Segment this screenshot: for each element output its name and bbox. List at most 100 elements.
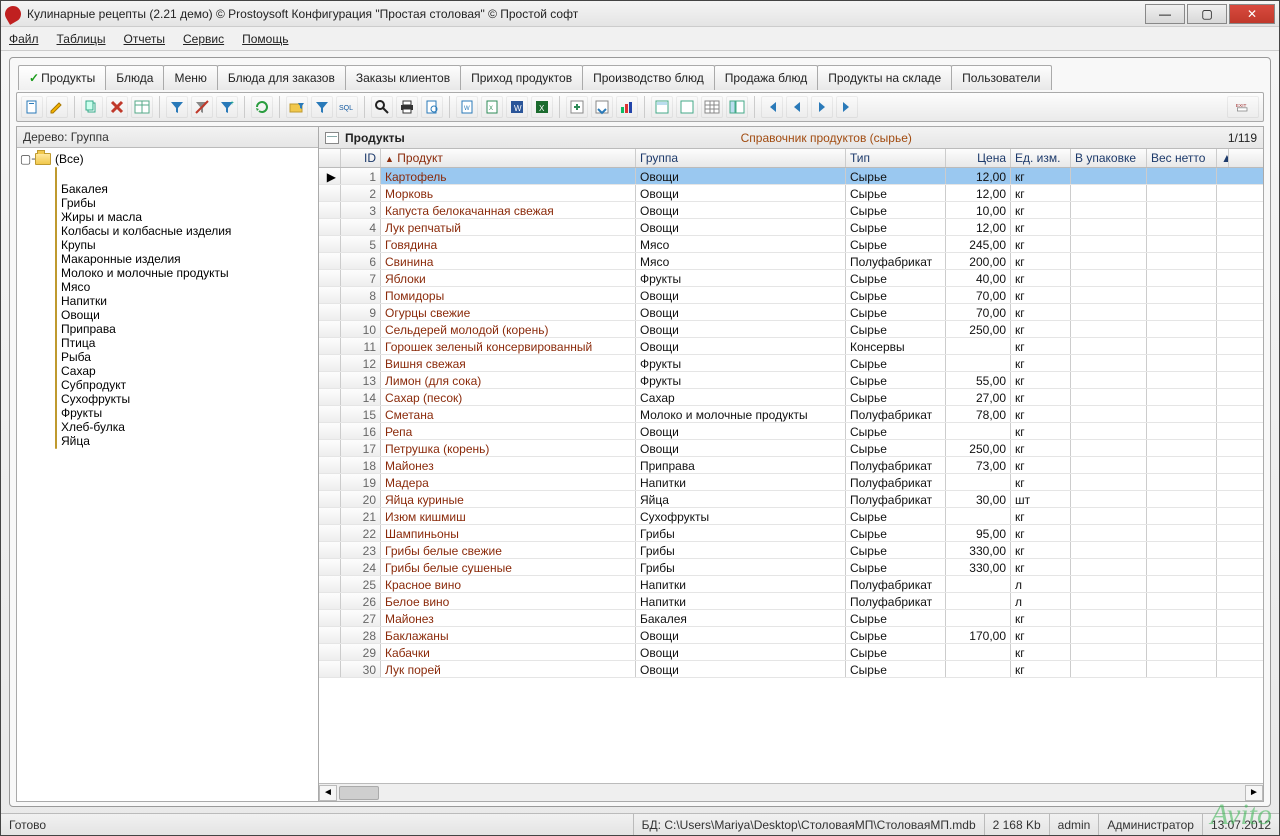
tree-item[interactable]: Птица (55, 336, 316, 350)
tb-delete-icon[interactable] (106, 96, 128, 118)
tab-7[interactable]: Продажа блюд (714, 65, 819, 90)
tb-export-data-icon[interactable] (566, 96, 588, 118)
tree-item[interactable]: Молоко и молочные продукты (55, 266, 316, 280)
table-row[interactable]: 28БаклажаныОвощиСырье170,00кг (319, 627, 1263, 644)
col-unit[interactable]: Ед. изм. (1011, 149, 1071, 167)
tree-item[interactable]: Сухофрукты (55, 392, 316, 406)
tb-layout-icon[interactable] (726, 96, 748, 118)
tree-item[interactable]: Колбасы и колбасные изделия (55, 224, 316, 238)
tab-4[interactable]: Заказы клиентов (345, 65, 461, 90)
table-row[interactable]: 19МадераНапиткиПолуфабрикаткг (319, 474, 1263, 491)
col-net[interactable]: Вес нетто (1147, 149, 1217, 167)
tree-body[interactable]: ▢− (Все) БакалеяГрибыЖиры и маслаКолбасы… (17, 148, 318, 801)
tb-last-icon[interactable] (836, 96, 858, 118)
table-row[interactable]: 18МайонезПриправаПолуфабрикат73,00кг (319, 457, 1263, 474)
tb-filter2-icon[interactable] (311, 96, 333, 118)
tb-filter-off-icon[interactable] (191, 96, 213, 118)
tree-item[interactable]: Мясо (55, 280, 316, 294)
tb-export-word-icon[interactable]: W (506, 96, 528, 118)
tree-item[interactable] (55, 168, 316, 182)
table-row[interactable]: ▶1КартофельОвощиСырье12,00кг (319, 168, 1263, 185)
tb-export-xls-icon[interactable]: X (481, 96, 503, 118)
tree-item[interactable]: Макаронные изделия (55, 252, 316, 266)
h-scrollbar[interactable]: ◄ ► (319, 783, 1263, 801)
tb-edit-icon[interactable] (46, 96, 68, 118)
tb-preview-icon[interactable] (421, 96, 443, 118)
tree-item[interactable]: Фрукты (55, 406, 316, 420)
scroll-right-icon[interactable]: ► (1245, 785, 1263, 801)
col-price[interactable]: Цена (946, 149, 1011, 167)
tb-filter-plus-icon[interactable]: + (216, 96, 238, 118)
menu-file[interactable]: Файл (9, 32, 39, 46)
tb-exit-icon[interactable]: EXIT (1227, 96, 1259, 118)
minimize-button[interactable]: — (1145, 4, 1185, 24)
tree-collapse-icon[interactable]: ▢− (23, 152, 35, 166)
tb-next-icon[interactable] (811, 96, 833, 118)
tree-item[interactable]: Приправа (55, 322, 316, 336)
tb-first-icon[interactable] (761, 96, 783, 118)
tb-export-doc-icon[interactable]: W (456, 96, 478, 118)
tb-form1-icon[interactable] (651, 96, 673, 118)
tab-5[interactable]: Приход продуктов (460, 65, 583, 90)
tree-item[interactable]: Субпродукт (55, 378, 316, 392)
tree-item[interactable]: Рыба (55, 350, 316, 364)
table-row[interactable]: 26Белое виноНапиткиПолуфабрикатл (319, 593, 1263, 610)
table-row[interactable]: 7ЯблокиФруктыСырье40,00кг (319, 270, 1263, 287)
table-row[interactable]: 15СметанаМолоко и молочные продуктыПолуф… (319, 406, 1263, 423)
col-group[interactable]: Группа (636, 149, 846, 167)
menu-service[interactable]: Сервис (183, 32, 224, 46)
table-row[interactable]: 14Сахар (песок)СахарСырье27,00кг (319, 389, 1263, 406)
maximize-button[interactable]: ▢ (1187, 4, 1227, 24)
tab-6[interactable]: Производство блюд (582, 65, 715, 90)
tree-item[interactable]: Напитки (55, 294, 316, 308)
table-row[interactable]: 22ШампиньоныГрибыСырье95,00кг (319, 525, 1263, 542)
menu-tables[interactable]: Таблицы (57, 32, 106, 46)
table-row[interactable]: 12Вишня свежаяФруктыСырьекг (319, 355, 1263, 372)
table-row[interactable]: 20Яйца куриныеЯйцаПолуфабрикат30,00шт (319, 491, 1263, 508)
tb-print-icon[interactable] (396, 96, 418, 118)
tb-find-icon[interactable] (371, 96, 393, 118)
tb-prev-icon[interactable] (786, 96, 808, 118)
table-row[interactable]: 30Лук порейОвощиСырьекг (319, 661, 1263, 678)
tb-grid-icon[interactable] (701, 96, 723, 118)
tb-new-icon[interactable] (21, 96, 43, 118)
tree-item[interactable]: Грибы (55, 196, 316, 210)
tab-9[interactable]: Пользователи (951, 65, 1051, 90)
table-row[interactable]: 4Лук репчатыйОвощиСырье12,00кг (319, 219, 1263, 236)
tb-chart-icon[interactable] (616, 96, 638, 118)
scroll-thumb[interactable] (339, 786, 379, 800)
table-row[interactable]: 23Грибы белые свежиеГрибыСырье330,00кг (319, 542, 1263, 559)
table-row[interactable]: 24Грибы белые сушеныеГрибыСырье330,00кг (319, 559, 1263, 576)
tb-form2-icon[interactable] (676, 96, 698, 118)
table-row[interactable]: 10Сельдерей молодой (корень)ОвощиСырье25… (319, 321, 1263, 338)
table-row[interactable]: 5ГовядинаМясоСырье245,00кг (319, 236, 1263, 253)
col-marker[interactable] (319, 149, 341, 167)
tb-import-data-icon[interactable] (591, 96, 613, 118)
tb-table-icon[interactable] (131, 96, 153, 118)
tab-3[interactable]: Блюда для заказов (217, 65, 346, 90)
table-row[interactable]: 16РепаОвощиСырьекг (319, 423, 1263, 440)
tree-item[interactable]: Жиры и масла (55, 210, 316, 224)
close-button[interactable]: ✕ (1229, 4, 1275, 24)
scroll-left-icon[interactable]: ◄ (319, 785, 337, 801)
tree-item[interactable]: Сахар (55, 364, 316, 378)
grid-body[interactable]: ▶1КартофельОвощиСырье12,00кг2МорковьОвощ… (319, 168, 1263, 783)
tab-8[interactable]: Продукты на складе (817, 65, 952, 90)
tab-1[interactable]: Блюда (105, 65, 164, 90)
table-row[interactable]: 17Петрушка (корень)ОвощиСырье250,00кг (319, 440, 1263, 457)
menu-help[interactable]: Помощь (242, 32, 288, 46)
tree-item[interactable]: Бакалея (55, 182, 316, 196)
tb-copy-icon[interactable] (81, 96, 103, 118)
tree-item[interactable]: Крупы (55, 238, 316, 252)
tb-refresh-icon[interactable] (251, 96, 273, 118)
tree-item[interactable]: Хлеб-булка (55, 420, 316, 434)
tab-2[interactable]: Меню (163, 65, 217, 90)
table-row[interactable]: 21Изюм кишмишСухофруктыСырьекг (319, 508, 1263, 525)
table-row[interactable]: 25Красное виноНапиткиПолуфабрикатл (319, 576, 1263, 593)
col-id[interactable]: ID (341, 149, 381, 167)
table-row[interactable]: 9Огурцы свежиеОвощиСырье70,00кг (319, 304, 1263, 321)
table-row[interactable]: 29КабачкиОвощиСырьекг (319, 644, 1263, 661)
tree-item[interactable]: Яйца (55, 434, 316, 448)
table-row[interactable]: 3Капуста белокачанная свежаяОвощиСырье10… (319, 202, 1263, 219)
tb-filter-icon[interactable] (166, 96, 188, 118)
